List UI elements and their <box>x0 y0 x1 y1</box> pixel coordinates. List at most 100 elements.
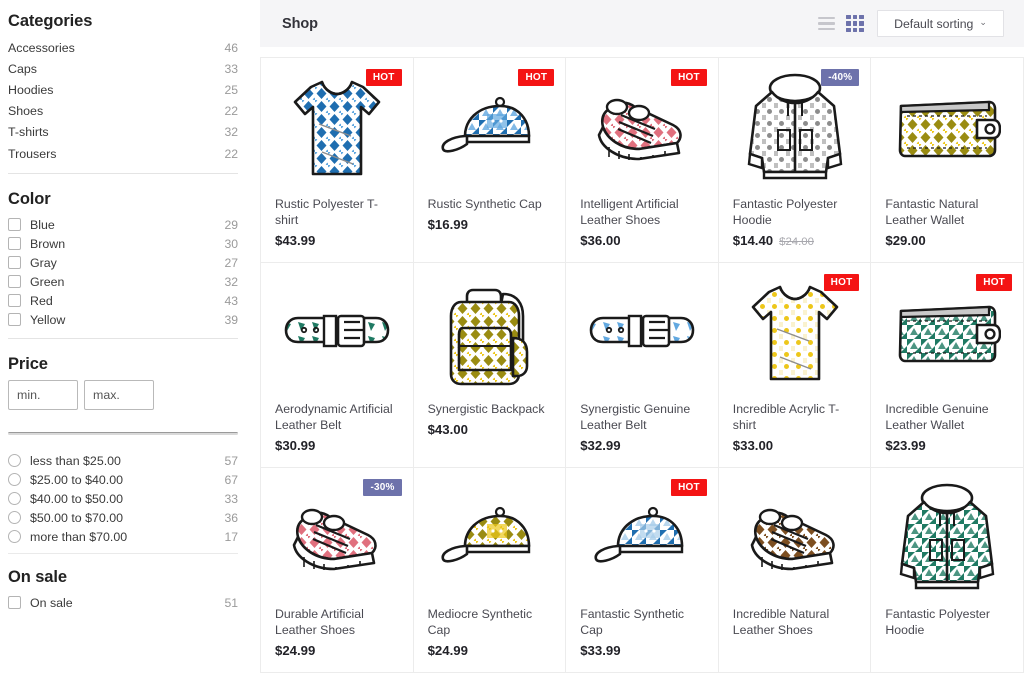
shoes-icon <box>275 480 399 598</box>
filter-label: Brown <box>30 236 66 251</box>
product-info: Intelligent Artificial Leather Shoes $36.… <box>580 196 704 248</box>
price-range-2[interactable]: $40.00 to $50.00 33 <box>4 489 242 508</box>
radio-button[interactable] <box>8 473 21 487</box>
product-card[interactable]: HOT Incredible Acrylic T-shirt $33.00 <box>718 263 872 468</box>
price-range-3[interactable]: $50.00 to $70.00 36 <box>4 508 242 527</box>
product-card[interactable]: HOT Intelligent Artificial Leather Shoes… <box>566 58 719 263</box>
filter-label: Blue <box>30 217 55 232</box>
checkbox[interactable] <box>8 218 21 232</box>
wallet-icon <box>885 275 1009 393</box>
product-name[interactable]: Fantastic Synthetic Cap <box>580 606 704 638</box>
category-item-5[interactable]: Trousers 22 <box>4 143 242 164</box>
sort-dropdown[interactable]: Default sorting ⌄ <box>877 10 1004 37</box>
category-item-3[interactable]: Shoes 22 <box>4 101 242 122</box>
product-name[interactable]: Synergistic Backpack <box>428 401 552 417</box>
checkbox[interactable] <box>8 256 21 270</box>
product-name[interactable]: Intelligent Artificial Leather Shoes <box>580 196 704 228</box>
wallet-icon <box>885 70 1009 188</box>
product-info: Incredible Natural Leather Shoes <box>733 606 857 643</box>
price-title: Price <box>8 355 48 374</box>
color-filter-1[interactable]: Brown 30 <box>4 234 242 253</box>
checkbox[interactable] <box>8 237 21 251</box>
on-sale-filter-0[interactable]: On sale 51 <box>4 593 242 612</box>
hot-badge: HOT <box>518 69 555 86</box>
sort-dropdown-label: Default sorting <box>894 16 974 31</box>
price-max-input[interactable] <box>84 380 154 411</box>
shop-main: Shop Default sorting ⌄ HOT Rustic Polyes… <box>260 0 1024 673</box>
product-price: $36.00 <box>580 233 621 249</box>
product-card[interactable]: HOT Incredible Genuine Leather Wallet $23… <box>871 263 1024 468</box>
color-filter-4[interactable]: Red 43 <box>4 291 242 310</box>
product-card[interactable]: Incredible Natural Leather Shoes <box>718 468 872 673</box>
product-card[interactable]: Synergistic Genuine Leather Belt $32.99 <box>566 263 719 468</box>
checkbox[interactable] <box>8 313 21 327</box>
category-item-1[interactable]: Caps 33 <box>4 58 242 79</box>
filter-count: 22 <box>224 104 238 119</box>
color-filter-0[interactable]: Blue 29 <box>4 215 242 234</box>
color-filter-2[interactable]: Gray 27 <box>4 253 242 272</box>
product-price: $14.40 $24.00 <box>732 233 814 249</box>
product-name[interactable]: Durable Artificial Leather Shoes <box>275 606 399 638</box>
color-widget: Color Blue 29 Brown 30 Gray 27 Green 32 Red 43 Yel… <box>4 178 242 340</box>
belt-icon <box>580 275 704 393</box>
price-range-1[interactable]: $25.00 to $40.00 67 <box>4 470 242 489</box>
checkbox[interactable] <box>8 596 21 610</box>
filter-label: $50.00 to $70.00 <box>30 510 124 525</box>
product-price: $24.99 <box>275 643 316 659</box>
product-card[interactable]: Fantastic Natural Leather Wallet $29.00 <box>871 58 1024 263</box>
product-name[interactable]: Aerodynamic Artificial Leather Belt <box>275 401 399 433</box>
product-card[interactable]: HOT Fantastic Synthetic Cap $33.99 <box>566 468 719 673</box>
category-item-0[interactable]: Accessories 46 <box>4 37 242 58</box>
chevron-down-icon: ⌄ <box>979 17 987 27</box>
category-item-4[interactable]: T-shirts 32 <box>4 122 242 143</box>
product-price: $33.99 <box>580 643 621 659</box>
filter-label: T-shirts <box>8 125 49 140</box>
product-name[interactable]: Incredible Genuine Leather Wallet <box>885 401 1009 433</box>
product-name[interactable]: Rustic Polyester T-shirt <box>275 196 399 228</box>
product-card[interactable]: Synergistic Backpack $43.00 <box>413 263 567 468</box>
list-view-icon[interactable] <box>818 16 836 31</box>
product-price: $43.99 <box>275 233 316 249</box>
color-filter-3[interactable]: Green 32 <box>4 272 242 291</box>
price-slider-track <box>8 432 238 436</box>
price-min-input[interactable] <box>8 380 78 411</box>
filter-count: 32 <box>224 125 238 140</box>
filter-label: less than $25.00 <box>30 453 121 468</box>
product-info: Rustic Polyester T-shirt $43.99 <box>275 196 399 248</box>
radio-button[interactable] <box>8 492 21 506</box>
product-name[interactable]: Fantastic Polyester Hoodie <box>733 196 857 228</box>
tshirt-icon <box>733 275 857 393</box>
shoes-icon <box>733 480 857 598</box>
checkbox[interactable] <box>8 294 21 308</box>
price-range-slider[interactable] <box>8 426 238 441</box>
radio-button[interactable] <box>8 530 21 544</box>
price-range-4[interactable]: more than $70.00 17 <box>4 527 242 546</box>
filter-label: On sale <box>30 595 73 610</box>
product-name[interactable]: Rustic Synthetic Cap <box>428 196 552 212</box>
product-name[interactable]: Incredible Natural Leather Shoes <box>733 606 857 638</box>
filter-label: Yellow <box>30 312 66 327</box>
product-card[interactable]: -30% Durable Artificial Leather Shoes $24… <box>261 468 414 673</box>
product-name[interactable]: Mediocre Synthetic Cap <box>428 606 552 638</box>
product-card[interactable]: Fantastic Polyester Hoodie <box>871 468 1024 673</box>
category-item-2[interactable]: Hoodies 25 <box>4 79 242 100</box>
price-range-0[interactable]: less than $25.00 57 <box>4 451 242 470</box>
product-card[interactable]: -40% Fantastic Polyester Hoodie $14.40 $24… <box>718 58 872 263</box>
product-name[interactable]: Synergistic Genuine Leather Belt <box>580 401 704 433</box>
product-card[interactable]: Aerodynamic Artificial Leather Belt $30.9… <box>261 263 414 468</box>
hot-badge: HOT <box>671 69 707 86</box>
cap-icon <box>428 480 552 598</box>
checkbox[interactable] <box>8 275 21 289</box>
radio-button[interactable] <box>8 454 21 468</box>
product-name[interactable]: Fantastic Polyester Hoodie <box>885 606 1009 638</box>
product-price: $43.00 <box>427 422 468 438</box>
product-name[interactable]: Incredible Acrylic T-shirt <box>733 401 857 433</box>
filter-label: $25.00 to $40.00 <box>30 472 124 487</box>
product-card[interactable]: Mediocre Synthetic Cap $24.99 <box>413 468 567 673</box>
product-card[interactable]: HOT Rustic Polyester T-shirt $43.99 <box>261 58 414 263</box>
grid-view-icon[interactable] <box>846 14 864 33</box>
product-card[interactable]: HOT Rustic Synthetic Cap $16.99 <box>413 58 567 263</box>
color-filter-5[interactable]: Yellow 39 <box>4 310 242 329</box>
product-name[interactable]: Fantastic Natural Leather Wallet <box>885 196 1009 228</box>
radio-button[interactable] <box>8 511 21 525</box>
